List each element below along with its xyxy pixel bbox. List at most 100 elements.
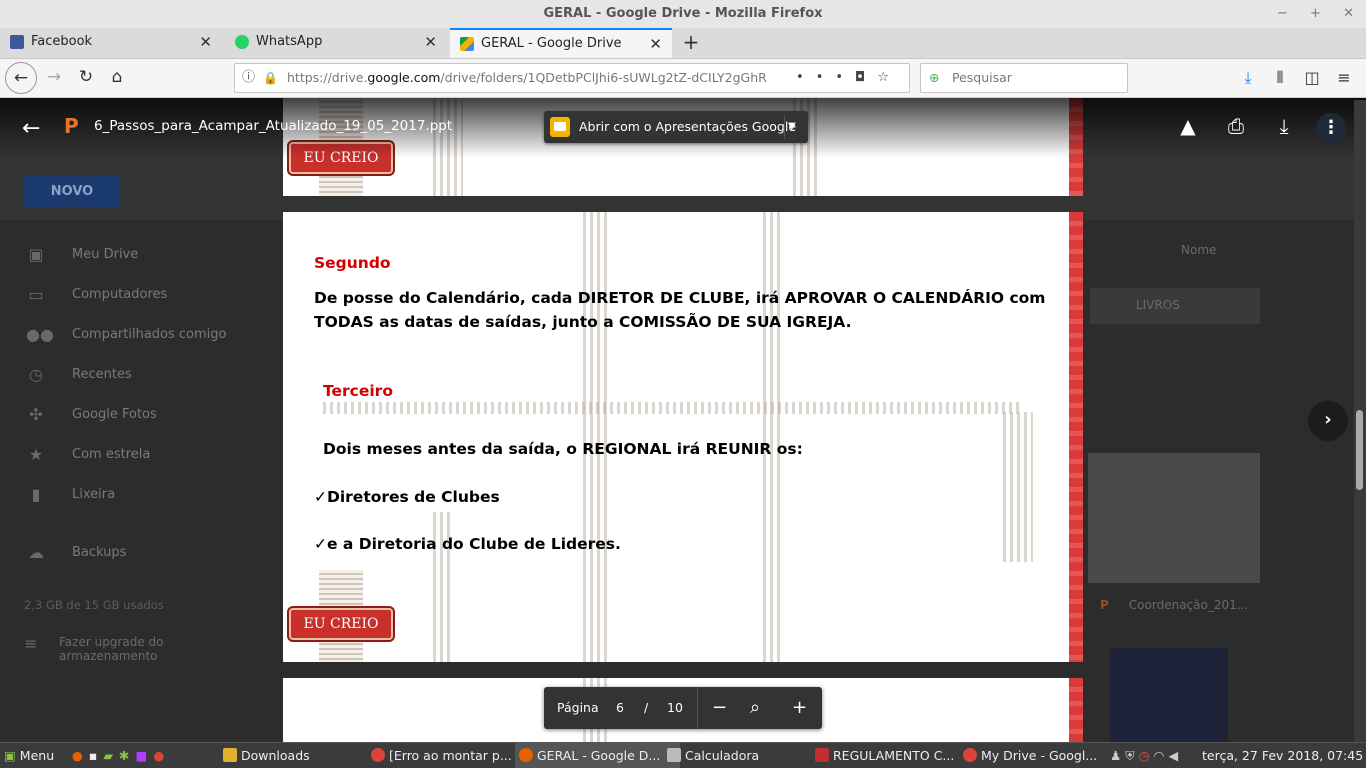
- close-tab-icon[interactable]: ✕: [424, 28, 437, 56]
- firefox-icon: [519, 748, 533, 762]
- chrome-icon[interactable]: ●: [153, 748, 170, 763]
- new-button[interactable]: NOVO: [24, 176, 120, 208]
- next-file-button[interactable]: ›: [1308, 401, 1348, 441]
- back-arrow-icon[interactable]: ←: [22, 116, 40, 141]
- close-tab-icon[interactable]: ✕: [649, 30, 662, 58]
- sidebar-item-recentes[interactable]: ◷ Recentes: [0, 358, 270, 398]
- volume-icon[interactable]: ◀: [1168, 748, 1182, 763]
- sidebar-item-meu-drive[interactable]: ▣ Meu Drive: [0, 238, 270, 278]
- bookmark-star-icon[interactable]: ☆: [877, 70, 901, 85]
- eu-creio-badge: EU CREIO: [289, 608, 393, 640]
- more-options-icon[interactable]: ⋮: [1316, 113, 1346, 143]
- tab-whatsapp[interactable]: WhatsApp ✕: [225, 28, 447, 58]
- slide-border: [1069, 678, 1083, 742]
- download-icon[interactable]: ⤓: [1232, 59, 1264, 97]
- sidebar-item-com-estrela[interactable]: ★ Com estrela: [0, 438, 270, 478]
- shield-icon[interactable]: ⛨: [1125, 748, 1138, 763]
- terminal-icon[interactable]: ▪: [89, 748, 103, 763]
- page-separator: /: [644, 700, 649, 715]
- tab-facebook[interactable]: Facebook ✕: [0, 28, 222, 58]
- close-tab-icon[interactable]: ✕: [199, 28, 212, 56]
- slide-bullet: ✓e a Diretoria do Clube de Lideres.: [314, 535, 621, 553]
- info-icon[interactable]: ⓘ: [242, 64, 255, 92]
- maximize-button[interactable]: +: [1310, 6, 1321, 21]
- taskbar-item-erro[interactable]: [Erro ao montar p...: [367, 743, 531, 768]
- url-bar[interactable]: ⓘ 🔒 https://drive.google.com/drive/folde…: [234, 63, 910, 93]
- minimize-button[interactable]: −: [1277, 6, 1288, 21]
- powerpoint-icon: P: [64, 114, 79, 138]
- folder-icon: [223, 748, 237, 762]
- star-icon: ★: [28, 445, 44, 464]
- taskbar-item-regulamento[interactable]: REGULAMENTO C...: [811, 743, 975, 768]
- page-navigator: Página 6 / 10 − ⌕ +: [544, 687, 822, 729]
- zoom-icon[interactable]: ⌕: [750, 687, 760, 729]
- add-to-drive-icon[interactable]: ▲: [1174, 114, 1202, 138]
- zoom-out-icon[interactable]: −: [712, 687, 727, 729]
- slide-paragraph: TODAS as datas de saídas, junto a COMISS…: [314, 313, 852, 331]
- url-text: https://drive.google.com/drive/folders/1…: [287, 70, 767, 85]
- reload-button[interactable]: ↻: [72, 63, 100, 91]
- network-icon[interactable]: ◠: [1154, 748, 1169, 763]
- slide-heading-segundo: Segundo: [314, 254, 391, 272]
- taskbar-item-calculadora[interactable]: Calculadora: [663, 743, 827, 768]
- navigation-toolbar: ← → ↻ ⌂ ⓘ 🔒 https://drive.google.com/dri…: [0, 59, 1366, 98]
- slide-bullet: ✓Diretores de Clubes: [314, 488, 500, 506]
- download-icon[interactable]: ⤓: [1270, 114, 1298, 138]
- sidebar-item-google-fotos[interactable]: ✣ Google Fotos: [0, 398, 270, 438]
- sidebar-icon[interactable]: ◫: [1296, 59, 1328, 97]
- page-current-input[interactable]: 6: [616, 687, 624, 729]
- drive-icon: ▣: [28, 245, 44, 264]
- sort-by-name[interactable]: Nome: [1181, 243, 1216, 257]
- chevron-down-icon[interactable]: ▼: [788, 111, 796, 143]
- system-tray: ♟⛨◷◠◀: [1110, 743, 1182, 768]
- search-bar[interactable]: ⊕ Pesquisar: [920, 63, 1128, 93]
- storage-icon: ≡: [24, 634, 38, 653]
- computer-icon: ▭: [28, 285, 44, 304]
- file-coordenacao[interactable]: P Coordenação_201...: [1100, 598, 1248, 612]
- tab-geral-drive[interactable]: GERAL - Google Drive ✕: [450, 28, 672, 58]
- slides-icon: [550, 117, 570, 137]
- firefox-icon[interactable]: ●: [72, 748, 89, 763]
- sidebar-item-backups[interactable]: ☁ Backups: [0, 536, 270, 576]
- quick-launch: ●▪▰✱■●: [72, 743, 170, 768]
- files-icon[interactable]: ▰: [103, 748, 119, 763]
- toolbar-icons: ⤓ ⫴ ◫ ≡: [1232, 59, 1360, 97]
- sidebar-item-lixeira[interactable]: ▮ Lixeira: [0, 478, 270, 518]
- close-window-button[interactable]: ✕: [1343, 6, 1354, 21]
- open-with-button[interactable]: Abrir com o Apresentações Google ▼: [544, 111, 808, 143]
- slide-paragraph: De posse do Calendário, cada DIRETOR DE …: [314, 289, 1046, 307]
- pocket-icon[interactable]: ◘: [855, 70, 877, 85]
- hamburger-menu-icon[interactable]: ≡: [1328, 59, 1360, 97]
- folder-livros[interactable]: LIVROS: [1090, 288, 1260, 324]
- taskbar-item-my-drive[interactable]: My Drive - Googl...: [959, 743, 1123, 768]
- menu-button[interactable]: ▣ Menu: [4, 743, 54, 768]
- home-button[interactable]: ⌂: [103, 63, 131, 91]
- library-icon[interactable]: ⫴: [1264, 59, 1296, 97]
- new-tab-button[interactable]: +: [680, 28, 702, 58]
- print-icon[interactable]: ⎙: [1222, 114, 1250, 138]
- user-icon[interactable]: ♟: [1110, 748, 1125, 763]
- sidebar-item-compartilhados[interactable]: ●● Compartilhados comigo: [0, 318, 270, 358]
- chrome-icon: [963, 748, 977, 762]
- back-button[interactable]: ←: [5, 62, 37, 94]
- tab-label: Facebook: [31, 34, 93, 49]
- facebook-icon: [10, 35, 24, 49]
- forward-button[interactable]: →: [40, 63, 68, 91]
- tab-label: GERAL - Google Drive: [481, 36, 622, 51]
- phpstorm-icon[interactable]: ■: [136, 748, 154, 763]
- taskbar-item-geral[interactable]: GERAL - Google D...: [515, 743, 680, 768]
- open-with-label: Abrir com o Apresentações Google: [579, 119, 797, 134]
- file-thumbnail[interactable]: [1110, 648, 1228, 742]
- scrollbar-thumb[interactable]: [1356, 410, 1363, 490]
- clock[interactable]: terça, 27 Fev 2018, 07:45: [1202, 743, 1363, 768]
- android-icon[interactable]: ✱: [119, 748, 135, 763]
- alarm-icon[interactable]: ◷: [1139, 748, 1154, 763]
- page-actions-icon[interactable]: •••: [796, 70, 855, 85]
- url-actions: •••◘☆: [796, 64, 901, 92]
- sidebar-item-computadores[interactable]: ▭ Computadores: [0, 278, 270, 318]
- taskbar-item-downloads[interactable]: Downloads: [219, 743, 383, 768]
- zoom-in-icon[interactable]: +: [792, 687, 807, 729]
- calculator-icon: [667, 748, 681, 762]
- pinwheel-icon: ✣: [29, 405, 43, 424]
- file-thumbnail[interactable]: [1088, 453, 1260, 583]
